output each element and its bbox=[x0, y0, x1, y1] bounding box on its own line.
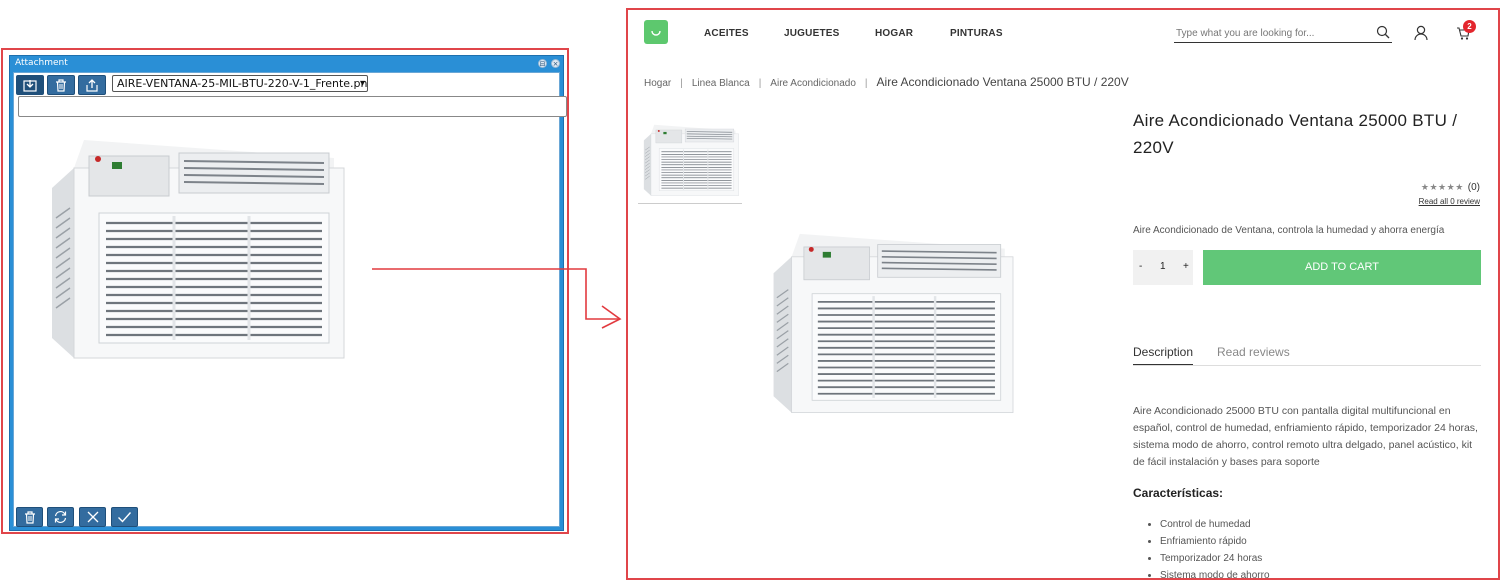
product-short-description: Aire Acondicionado de Ventana, controla … bbox=[1133, 225, 1445, 236]
quantity-value[interactable]: 1 bbox=[1160, 261, 1166, 272]
file-select[interactable]: AIRE-VENTANA-25-MIL-BTU-220-V-1_Frente.p… bbox=[112, 75, 368, 92]
list-item: Temporizador 24 horas bbox=[1160, 550, 1270, 567]
add-to-cart-button[interactable]: ADD TO CART bbox=[1203, 250, 1481, 285]
search-icon[interactable] bbox=[1376, 25, 1390, 39]
breadcrumb-separator: | bbox=[758, 78, 762, 89]
cart-count-badge: 2 bbox=[1463, 20, 1476, 33]
check-icon bbox=[118, 512, 132, 523]
delete-button[interactable] bbox=[16, 507, 43, 527]
upload-icon bbox=[86, 78, 98, 92]
search-placeholder: Type what you are looking for... bbox=[1176, 28, 1315, 39]
star-rating-icon: ★★★★★ bbox=[1420, 183, 1464, 193]
chevron-down-icon: ▾ bbox=[359, 78, 365, 89]
confirm-button[interactable] bbox=[111, 507, 138, 527]
product-tabs: Description Read reviews bbox=[1133, 345, 1481, 366]
search-input[interactable]: Type what you are looking for... bbox=[1174, 24, 1392, 43]
store-logo[interactable] bbox=[644, 20, 668, 44]
download-icon bbox=[23, 79, 37, 92]
breadcrumb-aire-acondicionado[interactable]: Aire Acondicionado bbox=[770, 78, 856, 89]
breadcrumb-current: Aire Acondicionado Ventana 25000 BTU / 2… bbox=[876, 75, 1129, 89]
rating-count: (0) bbox=[1467, 182, 1480, 193]
increase-quantity-button[interactable]: + bbox=[1183, 261, 1189, 272]
file-select-value: AIRE-VENTANA-25-MIL-BTU-220-V-1_Frente.p… bbox=[117, 77, 368, 90]
nav-juguetes[interactable]: JUGUETES bbox=[784, 28, 840, 39]
trash-icon bbox=[56, 78, 66, 92]
decrease-quantity-button[interactable]: - bbox=[1139, 261, 1142, 272]
close-icon bbox=[87, 511, 98, 523]
breadcrumb: Hogar | Linea Blanca | Aire Acondicionado | Ai… bbox=[644, 75, 1129, 89]
list-item: Control de humedad bbox=[1160, 516, 1270, 533]
dialog-title: Attachment bbox=[15, 58, 68, 68]
breadcrumb-separator: | bbox=[864, 78, 868, 89]
breadcrumb-hogar[interactable]: Hogar bbox=[644, 78, 671, 89]
list-item: Enfriamiento rápido bbox=[1160, 533, 1270, 550]
breadcrumb-linea-blanca[interactable]: Linea Blanca bbox=[692, 78, 750, 89]
delete-button[interactable] bbox=[47, 75, 75, 95]
shopping-bag-icon bbox=[651, 30, 661, 36]
download-button[interactable] bbox=[16, 75, 44, 95]
breadcrumb-separator: | bbox=[680, 78, 683, 89]
upload-button[interactable] bbox=[78, 75, 106, 95]
tab-read-reviews[interactable]: Read reviews bbox=[1217, 345, 1290, 364]
product-rating: ★★★★★ (0) Read all 0 review bbox=[1419, 177, 1480, 206]
list-item: Sistema modo de ahorro bbox=[1160, 567, 1270, 578]
nav-aceites[interactable]: ACEITES bbox=[704, 28, 749, 39]
product-description: Aire Acondicionado 25000 BTU con pantall… bbox=[1133, 405, 1478, 468]
connector-arrow bbox=[372, 268, 622, 329]
features-heading: Características: bbox=[1133, 486, 1224, 500]
description-textarea[interactable] bbox=[18, 96, 567, 117]
cancel-button[interactable] bbox=[79, 507, 106, 527]
close-icon[interactable]: × bbox=[551, 59, 560, 68]
attachment-preview-image bbox=[34, 128, 354, 378]
quantity-stepper: - 1 + bbox=[1133, 250, 1193, 285]
read-all-reviews-link[interactable]: Read all 0 review bbox=[1419, 197, 1480, 206]
refresh-button[interactable] bbox=[47, 507, 74, 527]
restore-icon[interactable]: ⊟ bbox=[538, 59, 547, 68]
user-icon[interactable] bbox=[1414, 25, 1428, 41]
product-main-image bbox=[756, 224, 1024, 429]
features-list: Control de humedad Enfriamiento rápido T… bbox=[1160, 516, 1270, 578]
nav-pinturas[interactable]: PINTURAS bbox=[950, 28, 1003, 39]
nav-hogar[interactable]: HOGAR bbox=[875, 28, 913, 39]
tab-description[interactable]: Description bbox=[1133, 345, 1194, 365]
store-product-page: ACEITES JUGUETES HOGAR PINTURAS Type wha… bbox=[626, 8, 1500, 580]
trash-icon bbox=[24, 510, 35, 524]
product-thumbnail[interactable] bbox=[638, 120, 742, 204]
refresh-icon bbox=[54, 511, 67, 523]
product-title: Aire Acondicionado Ventana 25000 BTU / 2… bbox=[1133, 111, 1458, 157]
